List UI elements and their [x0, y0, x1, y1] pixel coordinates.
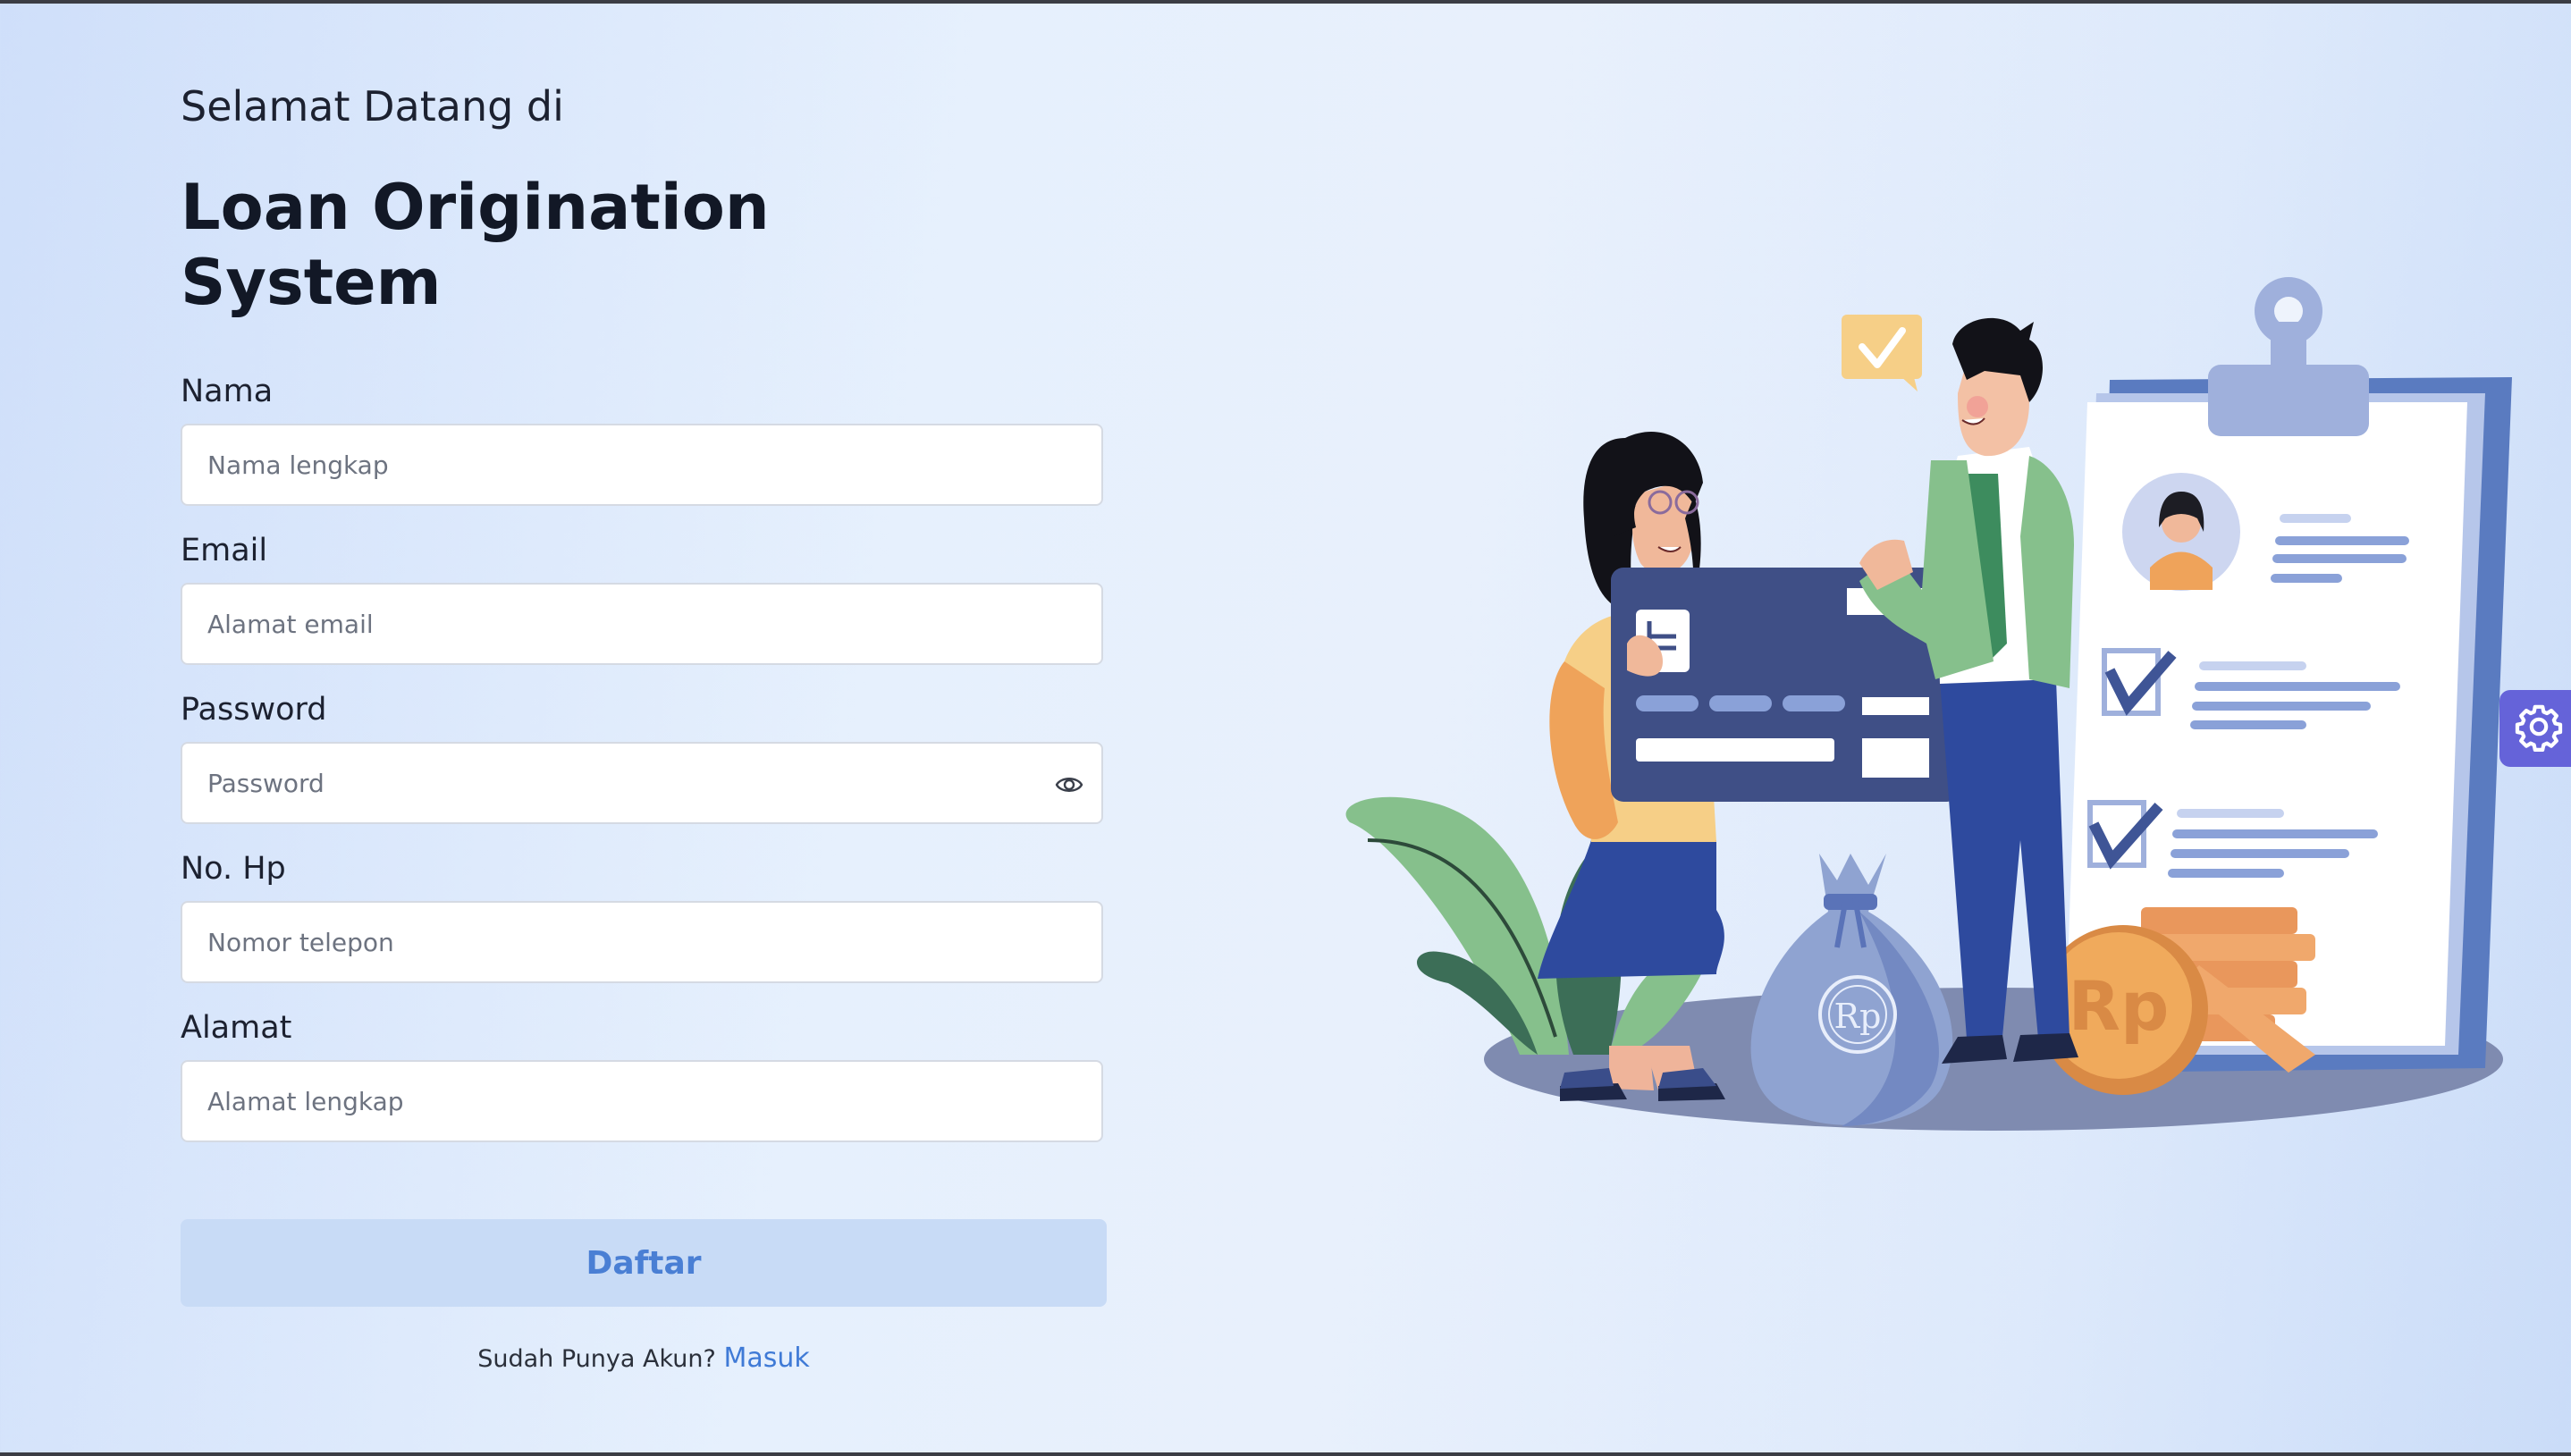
money-bag-label: Rp: [1834, 997, 1882, 1036]
check-bubble-illustration: [1842, 315, 1922, 391]
register-button[interactable]: Daftar: [181, 1219, 1107, 1307]
welcome-text: Selamat Datang di: [181, 82, 564, 130]
login-link[interactable]: Masuk: [723, 1342, 809, 1374]
phone-label: No. Hp: [181, 851, 286, 887]
email-label: Email: [181, 533, 268, 568]
address-label: Alamat: [181, 1010, 292, 1046]
loan-illustration: Rp Rp: [1345, 277, 2512, 1131]
top-border: [0, 0, 2571, 4]
password-field: [181, 742, 1103, 824]
gear-icon: [2514, 702, 2564, 755]
coin-label: Rp: [2069, 966, 2170, 1046]
settings-tab[interactable]: [2499, 690, 2571, 767]
password-input[interactable]: [182, 744, 1101, 822]
name-field: [181, 424, 1103, 506]
name-label: Nama: [181, 374, 274, 409]
address-field: [181, 1060, 1103, 1142]
phone-input[interactable]: [182, 903, 1101, 981]
login-prompt-text: Sudah Punya Akun?: [477, 1345, 716, 1373]
money-bag-illustration: Rp: [1750, 854, 1953, 1126]
page-title: Loan Origination System: [181, 171, 770, 319]
phone-field: [181, 901, 1103, 983]
login-prompt-row: Sudah Punya Akun? Masuk: [181, 1342, 1107, 1374]
bottom-border: [0, 1452, 2571, 1456]
eye-icon[interactable]: [1055, 770, 1083, 799]
email-field: [181, 583, 1103, 665]
email-input[interactable]: [182, 585, 1101, 663]
name-input[interactable]: [182, 425, 1101, 504]
address-input[interactable]: [182, 1062, 1101, 1140]
password-label: Password: [181, 692, 327, 728]
